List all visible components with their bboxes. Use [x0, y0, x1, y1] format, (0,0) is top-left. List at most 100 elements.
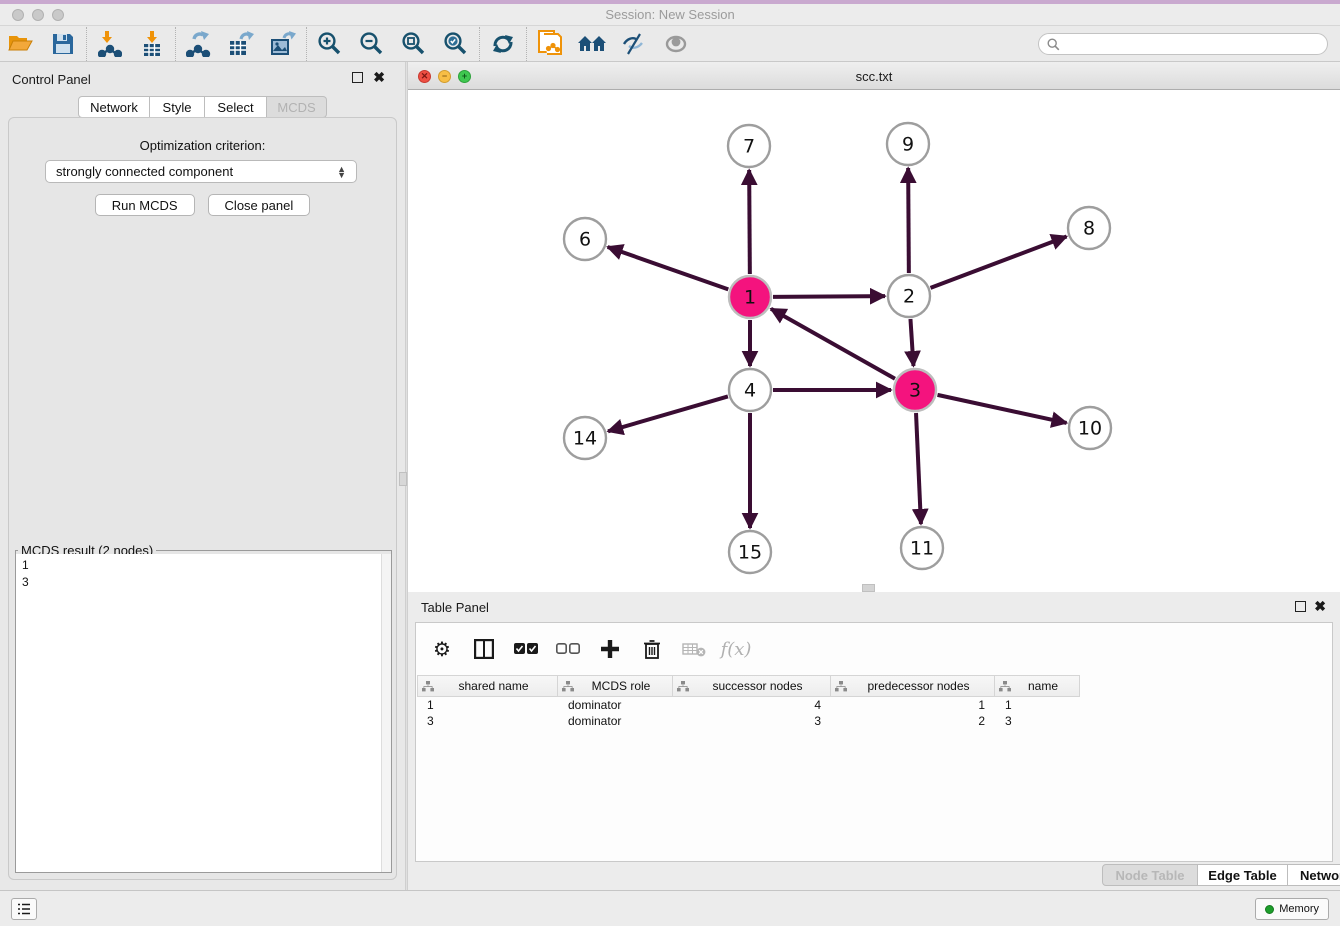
float-panel-icon[interactable] — [352, 72, 363, 83]
float-table-panel-icon[interactable] — [1295, 601, 1306, 612]
toggle-panels-icon[interactable] — [470, 635, 498, 663]
graph-node-4[interactable]: 4 — [729, 369, 771, 411]
export-image-icon[interactable] — [262, 27, 304, 61]
svg-text:10: 10 — [1078, 418, 1102, 440]
graph-node-8[interactable]: 8 — [1068, 207, 1110, 249]
show-all-icon[interactable] — [655, 27, 697, 61]
tab-select[interactable]: Select — [205, 96, 267, 118]
mcds-result-lines: 13 — [16, 554, 391, 594]
zoom-fit-icon[interactable] — [393, 27, 435, 61]
export-table-icon[interactable] — [220, 27, 262, 61]
svg-text:1: 1 — [744, 287, 756, 309]
import-network-icon[interactable] — [89, 27, 131, 61]
network-window-titlebar[interactable]: ✕ − + scc.txt — [408, 62, 1340, 90]
tab-network[interactable]: Network — [78, 96, 150, 118]
import-table-icon[interactable] — [131, 27, 173, 61]
first-neighbors-icon[interactable] — [571, 27, 613, 61]
result-scrollbar[interactable] — [381, 554, 391, 872]
memory-button[interactable]: Memory — [1255, 898, 1329, 920]
network-graph: 7 9 6 8 1 2 4 3 14 10 15 11 — [408, 90, 1340, 592]
graph-edge-2-8[interactable] — [931, 236, 1067, 287]
graph-edge-3-1[interactable] — [771, 309, 895, 379]
close-table-panel-icon[interactable]: ✖ — [1314, 601, 1326, 612]
delete-column-icon[interactable] — [680, 635, 708, 663]
table-cell[interactable]: dominator — [558, 697, 673, 713]
table-cell[interactable]: dominator — [558, 713, 673, 729]
graph-node-11[interactable]: 11 — [901, 527, 943, 569]
table-row[interactable]: 3dominator323 — [417, 713, 1331, 729]
search-input[interactable] — [1065, 37, 1327, 51]
table-cell[interactable]: 3 — [995, 713, 1080, 729]
table-settings-icon[interactable]: ⚙ — [428, 635, 456, 663]
select-all-icon[interactable] — [512, 635, 540, 663]
graph-edge-3-10[interactable] — [937, 395, 1066, 423]
search-field[interactable] — [1038, 33, 1328, 55]
graph-node-1[interactable]: 1 — [729, 276, 771, 318]
save-session-icon[interactable] — [42, 27, 84, 61]
table-rows: 1dominator4113dominator323 — [417, 697, 1331, 729]
tab-node-table[interactable]: Node Table — [1102, 864, 1198, 886]
network-canvas[interactable]: 7 9 6 8 1 2 4 3 14 10 15 11 — [408, 90, 1340, 592]
tab-edge-table[interactable]: Edge Table — [1198, 864, 1288, 886]
horizontal-splitter-grip[interactable] — [862, 584, 875, 592]
table-cell[interactable]: 3 — [417, 713, 558, 729]
new-network-from-selection-icon[interactable] — [529, 27, 571, 61]
tab-mcds[interactable]: MCDS — [267, 96, 327, 118]
close-panel-icon[interactable]: ✖ — [373, 72, 385, 83]
table-cell[interactable]: 3 — [673, 713, 831, 729]
svg-text:9: 9 — [902, 134, 914, 156]
zoom-out-icon[interactable] — [351, 27, 393, 61]
apply-layout-icon[interactable] — [482, 27, 524, 61]
graph-node-15[interactable]: 15 — [729, 531, 771, 573]
graph-edge-2-3[interactable] — [910, 319, 913, 366]
graph-node-14[interactable]: 14 — [564, 417, 606, 459]
export-network-icon[interactable] — [178, 27, 220, 61]
tab-style[interactable]: Style — [150, 96, 205, 118]
graph-edge-1-2[interactable] — [773, 296, 885, 297]
function-builder-icon[interactable]: f(x) — [722, 635, 750, 663]
criterion-select[interactable]: strongly connected component ▲▼ — [45, 160, 357, 183]
table-row[interactable]: 1dominator411 — [417, 697, 1331, 713]
table-cell[interactable]: 1 — [831, 697, 995, 713]
run-mcds-button[interactable]: Run MCDS — [95, 194, 195, 216]
zoom-in-icon[interactable] — [309, 27, 351, 61]
zoom-selected-icon[interactable] — [435, 27, 477, 61]
deselect-all-icon[interactable] — [554, 635, 582, 663]
mcds-result-textarea[interactable]: 13 — [16, 554, 391, 872]
graph-node-10[interactable]: 10 — [1069, 407, 1111, 449]
close-panel-button[interactable]: Close panel — [208, 194, 311, 216]
main-toolbar — [0, 26, 1340, 62]
column-header-name[interactable]: name — [995, 675, 1080, 697]
memory-button-label: Memory — [1279, 903, 1319, 915]
table-cell[interactable]: 2 — [831, 713, 995, 729]
splitter-grip[interactable] — [399, 472, 407, 486]
svg-text:14: 14 — [573, 428, 597, 450]
graph-edge-1-7[interactable] — [749, 170, 750, 274]
graph-edge-4-14[interactable] — [608, 396, 728, 431]
hide-selected-icon[interactable] — [613, 27, 655, 61]
task-list-icon — [17, 902, 31, 916]
add-column-icon[interactable] — [596, 635, 624, 663]
graph-node-2[interactable]: 2 — [888, 275, 930, 317]
svg-text:7: 7 — [743, 136, 755, 158]
graph-edge-2-9[interactable] — [908, 168, 909, 273]
delete-rows-icon[interactable] — [638, 635, 666, 663]
tab-network-table[interactable]: Network Table — [1288, 864, 1340, 886]
task-history-button[interactable] — [11, 898, 37, 920]
table-cell[interactable]: 4 — [673, 697, 831, 713]
table-cell[interactable]: 1 — [995, 697, 1080, 713]
column-header-predecessor-nodes[interactable]: predecessor nodes — [831, 675, 995, 697]
column-header-MCDS-role[interactable]: MCDS role — [558, 675, 673, 697]
graph-node-9[interactable]: 9 — [887, 123, 929, 165]
table-cell[interactable]: 1 — [417, 697, 558, 713]
column-header-shared-name[interactable]: shared name — [417, 675, 558, 697]
column-header-successor-nodes[interactable]: successor nodes — [673, 675, 831, 697]
graph-node-7[interactable]: 7 — [728, 125, 770, 167]
open-session-icon[interactable] — [0, 27, 42, 61]
table-header-row: shared nameMCDS rolesuccessor nodesprede… — [417, 675, 1331, 697]
graph-node-3[interactable]: 3 — [894, 369, 936, 411]
graph-node-6[interactable]: 6 — [564, 218, 606, 260]
graph-edge-3-11[interactable] — [916, 413, 921, 524]
window-titlebar: Session: New Session — [0, 0, 1340, 26]
graph-edge-1-6[interactable] — [608, 247, 729, 289]
